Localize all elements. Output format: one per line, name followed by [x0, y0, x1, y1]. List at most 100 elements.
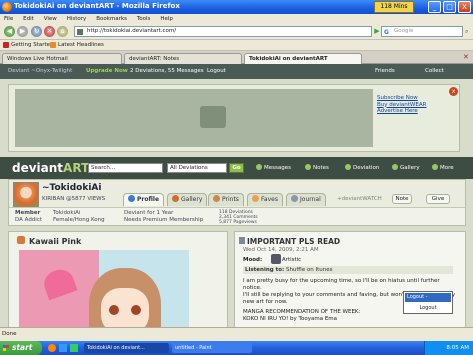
- tab-tokidokiai[interactable]: TokidokiAi on deviantART: [244, 53, 362, 64]
- url-bar[interactable]: http://tokidokiai.deviantart.com/: [74, 26, 372, 37]
- logout-account-item[interactable]: Logout - CybrayAlllmi: [405, 293, 451, 309]
- profile-icon: [128, 195, 135, 202]
- journal-title[interactable]: IMPORTANT PLS READ: [247, 237, 340, 246]
- profile-info-strip: Member DA Addict TokidokiAi Female/Hong Ko…: [9, 207, 465, 225]
- kiriban-text: KIRIBAN @5877 VIEWS: [42, 196, 106, 202]
- nav-label: Messages: [264, 165, 291, 171]
- home-icon[interactable]: ⌂: [57, 26, 68, 37]
- deviant-info: Deviant for 1 Year Needs Premium Membersh…: [124, 210, 203, 223]
- upgrade-link[interactable]: Upgrade Now: [86, 68, 128, 74]
- member-value: DA Addict: [15, 216, 43, 223]
- da-top-bar: Deviant ~Onyx-Twilight Upgrade Now 2 Dev…: [0, 64, 473, 79]
- menu-help[interactable]: Help: [160, 16, 173, 22]
- journal-date: Wed Oct 14, 2009, 2:21 AM: [243, 247, 319, 253]
- profile-name[interactable]: ~TokidokiAi: [42, 183, 101, 193]
- start-button[interactable]: start: [0, 341, 42, 355]
- notes-icon: [305, 164, 311, 170]
- advertise-link[interactable]: Advertise Here: [377, 108, 426, 115]
- minimize-button[interactable]: _: [428, 1, 441, 13]
- menu-tools[interactable]: Tools: [137, 16, 151, 22]
- nav-more[interactable]: More: [432, 164, 454, 171]
- search-magnifier-icon[interactable]: ⌕: [465, 28, 468, 36]
- deviantwatch-button[interactable]: +deviantWATCH: [337, 196, 382, 202]
- deviant-for: Deviant for 1 Year: [124, 210, 174, 216]
- collect-menu[interactable]: Collect: [425, 68, 444, 74]
- logout-item[interactable]: Logout: [405, 304, 451, 313]
- listening-value: Shuffle on Itunes: [285, 267, 333, 273]
- tab-profile[interactable]: Profile: [123, 193, 165, 206]
- tab-notes[interactable]: deviantART: Notes: [124, 53, 242, 64]
- da-user-label[interactable]: Deviant ~Onyx-Twilight: [8, 68, 72, 74]
- stop-icon[interactable]: ✕: [44, 26, 55, 37]
- maximize-button[interactable]: □: [443, 1, 456, 13]
- journal-icon: [291, 195, 298, 202]
- tab-faves[interactable]: Faves: [247, 193, 283, 206]
- tab-prints[interactable]: Prints: [208, 193, 244, 206]
- quicklaunch-firefox-icon[interactable]: [48, 344, 56, 352]
- tab-label: TokidokiAi on deviantART: [249, 56, 328, 62]
- da-search-input[interactable]: Search...: [88, 163, 163, 173]
- gallery-icon: [172, 195, 179, 202]
- menu-view[interactable]: View: [44, 16, 57, 22]
- nav-messages[interactable]: Messages: [256, 164, 291, 171]
- forward-icon[interactable]: ▶: [17, 26, 28, 37]
- back-icon[interactable]: ◀: [4, 26, 15, 37]
- google-icon: G: [384, 29, 389, 36]
- window-title: TokidokiAi on deviantART - Mozilla Firef…: [14, 2, 180, 10]
- deviantart-logo-icon: [200, 106, 226, 128]
- ad-banner[interactable]: [15, 89, 373, 147]
- menu-file[interactable]: File: [4, 16, 13, 22]
- da-go-button[interactable]: Go: [229, 163, 244, 173]
- ad-close-icon[interactable]: x: [449, 87, 458, 96]
- stats: 118 Deviations 2,341 Comments 5,877 Pagevi…: [219, 210, 258, 225]
- tab-bar: Windows Live Hotmail deviantART: Notes T…: [0, 51, 473, 64]
- clock[interactable]: 8:05 AM: [446, 345, 469, 351]
- close-button[interactable]: X: [458, 1, 471, 13]
- avatar[interactable]: [13, 182, 39, 208]
- tab-hotmail[interactable]: Windows Live Hotmail: [2, 53, 122, 64]
- menu-edit[interactable]: Edit: [23, 16, 34, 22]
- mood-emoticon-icon: [271, 254, 281, 264]
- tab-label: Journal: [300, 196, 321, 203]
- premium-status: Needs Premium Membership: [124, 216, 204, 223]
- quicklaunch-ie-icon[interactable]: [59, 344, 67, 352]
- bookmark-latest-headlines[interactable]: Latest Headlines: [58, 42, 104, 48]
- nav-notes[interactable]: Notes: [305, 164, 329, 171]
- featured-title[interactable]: Kawaii Pink: [29, 237, 81, 246]
- tab-label: Profile: [137, 196, 160, 203]
- messages-icon: [256, 164, 262, 170]
- da-nav-bar: deviantART Search... All Deviations Go M…: [0, 157, 473, 179]
- taskbar-firefox-window[interactable]: TokidokiAi on deviant...: [84, 343, 169, 353]
- tab-gallery[interactable]: Gallery: [167, 193, 208, 206]
- menu-history[interactable]: History: [67, 16, 87, 22]
- tab-journal[interactable]: Journal: [286, 193, 326, 206]
- search-input[interactable]: G Google: [381, 26, 463, 37]
- bookmark-getting-started[interactable]: Getting Started: [11, 42, 54, 48]
- close-tab-icon[interactable]: ✕: [463, 53, 469, 61]
- windows-taskbar: start TokidokiAi on deviant... untitled …: [0, 341, 473, 355]
- note-button[interactable]: Note: [392, 194, 412, 204]
- url-text: http://tokidokiai.deviantart.com/: [87, 28, 177, 34]
- mood-value: Artistic: [281, 257, 302, 263]
- give-button[interactable]: Give: [426, 194, 450, 204]
- nav-gallery[interactable]: Gallery: [392, 164, 420, 171]
- go-arrow-icon[interactable]: ▶: [374, 26, 380, 37]
- journal-line: I am pretty busy for the upcoming time, …: [243, 278, 440, 291]
- system-tray: 8:05 AM: [424, 341, 473, 355]
- taskbar-paint-window[interactable]: untitled - Paint: [172, 343, 252, 353]
- logout-link[interactable]: Logout: [207, 68, 226, 74]
- nav-deviation[interactable]: Deviation: [345, 164, 379, 171]
- friends-menu[interactable]: Friends: [375, 68, 395, 74]
- journal-mood: Mood: Artistic: [243, 254, 302, 264]
- tab-label: deviantART: Notes: [129, 56, 180, 62]
- menu-bookmarks[interactable]: Bookmarks: [96, 16, 127, 22]
- timer-badge: 118 Mins: [374, 1, 414, 13]
- featured-icon: [17, 236, 25, 244]
- messages-count[interactable]: 2 Deviations, 55 Messages: [130, 68, 204, 74]
- reload-icon[interactable]: ↻: [31, 26, 42, 37]
- deviantart-logo[interactable]: deviantART: [12, 161, 89, 175]
- windows-logo-icon: [3, 345, 9, 351]
- da-search-scope-select[interactable]: All Deviations: [167, 163, 227, 173]
- journal-listening: Listening to: Shuffle on Itunes: [243, 266, 453, 274]
- quicklaunch-media-icon[interactable]: [70, 344, 78, 352]
